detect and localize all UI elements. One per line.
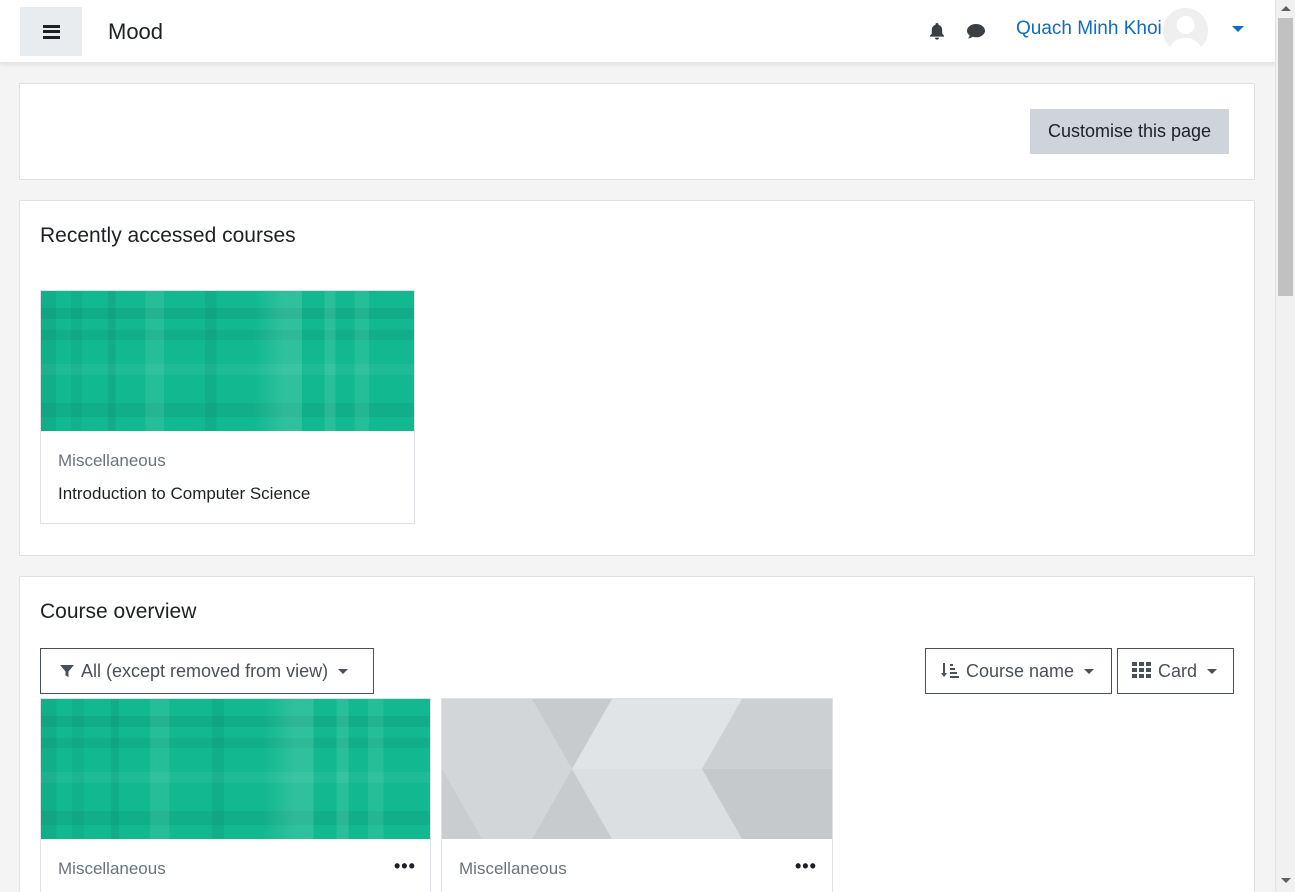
scrollbar-thumb[interactable]: [1278, 18, 1293, 296]
course-overview-block: Course overview All (except removed from…: [19, 576, 1255, 892]
course-view-label: Card: [1158, 660, 1198, 681]
recent-courses-title: Recently accessed courses: [40, 224, 296, 247]
course-image[interactable]: [41, 291, 414, 431]
recently-accessed-courses-block: Recently accessed courses Miscellaneous …: [19, 200, 1255, 556]
page-scrollbar[interactable]: [1275, 0, 1295, 892]
course-filter-label: All (except removed from view): [81, 660, 329, 681]
course-filter-dropdown[interactable]: All (except removed from view): [40, 648, 374, 694]
chevron-down-icon: [1207, 668, 1218, 674]
filter-icon: [60, 665, 74, 677]
course-sort-label: Course name: [966, 660, 1075, 681]
hamburger-icon: [42, 24, 60, 39]
course-card[interactable]: Miscellaneous •••: [40, 698, 431, 892]
navbar: Mood Quach Minh Khoi: [0, 0, 1275, 63]
course-card[interactable]: Miscellaneous •••: [441, 698, 833, 892]
user-menu-name[interactable]: Quach Minh Khoi: [1016, 18, 1162, 40]
chevron-down-icon: [1084, 668, 1095, 674]
bell-icon[interactable]: [926, 20, 948, 42]
course-image[interactable]: [442, 699, 832, 839]
course-view-dropdown[interactable]: Card: [1117, 648, 1234, 694]
course-category: Miscellaneous: [58, 859, 166, 878]
course-image[interactable]: [41, 699, 430, 839]
customise-page-button[interactable]: Customise this page: [1030, 109, 1229, 154]
scroll-down-arrow-icon[interactable]: [1281, 878, 1291, 883]
course-name-link[interactable]: Introduction to Computer Science: [58, 484, 310, 504]
site-brand[interactable]: Mood: [108, 19, 163, 45]
grid-icon: [1132, 662, 1151, 678]
page-header-block: Customise this page: [19, 83, 1255, 180]
course-category: Miscellaneous: [459, 859, 567, 878]
hamburger-menu-button[interactable]: [20, 7, 82, 56]
course-menu-icon[interactable]: •••: [394, 856, 416, 877]
course-category: Miscellaneous: [58, 451, 166, 470]
course-overview-title: Course overview: [40, 600, 197, 623]
avatar[interactable]: [1163, 8, 1208, 53]
course-menu-icon[interactable]: •••: [795, 856, 817, 877]
sort-icon: [941, 663, 959, 678]
chat-icon[interactable]: [965, 20, 987, 42]
recent-course-card[interactable]: Miscellaneous Introduction to Computer S…: [40, 290, 415, 524]
course-sort-dropdown[interactable]: Course name: [925, 648, 1112, 694]
chevron-down-icon[interactable]: [1232, 26, 1244, 32]
scroll-up-arrow-icon[interactable]: [1281, 6, 1291, 11]
chevron-down-icon: [338, 668, 349, 674]
